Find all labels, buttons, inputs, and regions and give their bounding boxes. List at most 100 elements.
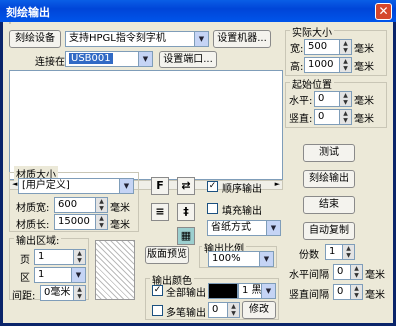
- chevron-down-icon: ▼: [119, 179, 133, 193]
- v-gap-label: 竖直间隔: [289, 290, 329, 301]
- all-output-checkbox[interactable]: ✓: [152, 285, 163, 296]
- close-button[interactable]: ✕: [375, 3, 392, 20]
- start-vertical-spinner[interactable]: ▲ ▼: [340, 109, 352, 125]
- page-label: 页: [20, 255, 30, 266]
- color-swatch-icon[interactable]: ▦: [177, 227, 195, 245]
- output-area-group: 输出区域: 页 1 ▲ ▼ 区 1 ▼ 间距: 0毫米 ▲ ▼: [9, 232, 89, 302]
- v-gap-input[interactable]: 0: [333, 284, 351, 300]
- material-width-label: 材质宽:: [16, 203, 50, 214]
- material-width-unit: 毫米: [110, 203, 130, 214]
- output-color-group: 输出颜色 ✓ 全部输出 1 黑 ▼ 多笔输出 0 ▲ ▼ 修改: [145, 272, 279, 320]
- font-icon[interactable]: F: [151, 177, 169, 195]
- setup-machine-button[interactable]: 设置机器...: [213, 30, 271, 48]
- page-input[interactable]: 1: [34, 249, 74, 265]
- close-icon: ✕: [378, 4, 389, 18]
- setup-port-button[interactable]: 设置端口...: [159, 51, 217, 68]
- start-position-group: 起始位置 水平: 0 ▲ ▼ 毫米 竖直: 0 ▲ ▼ 毫米: [285, 76, 387, 128]
- cut-output-button[interactable]: 刻绘输出: [303, 170, 355, 188]
- copies-label: 份数: [299, 250, 319, 261]
- align-icon[interactable]: ≡: [151, 203, 169, 221]
- height-spinner[interactable]: ▲ ▼: [340, 57, 352, 73]
- multi-pen-input[interactable]: 0: [208, 302, 228, 318]
- title-bar[interactable]: 刻绘输出 ✕: [0, 0, 396, 22]
- scale-value: 100%: [212, 253, 241, 264]
- start-horizontal-input[interactable]: 0: [314, 91, 340, 107]
- layout-preview-canvas[interactable]: [9, 70, 283, 180]
- chevron-down-icon: ▼: [71, 268, 85, 282]
- material-width-input[interactable]: 600: [54, 197, 96, 213]
- horizontal-label: 水平:: [289, 96, 313, 107]
- multi-pen-checkbox[interactable]: [152, 305, 163, 316]
- color-swatch: [208, 283, 238, 299]
- chevron-down-icon: ▼: [266, 221, 280, 235]
- fill-mode-value: 省纸方式: [211, 222, 251, 233]
- chevron-down-icon: ▼: [259, 252, 273, 266]
- spacing-label: 间距:: [12, 291, 36, 302]
- output-scale-group: 输出比例 100% ▼: [199, 240, 277, 268]
- actual-size-title: 实际大小: [290, 24, 334, 39]
- dialog-body: 刻绘设备 支持HPGL指令刻字机 ▼ 设置机器... 连接在 USB001 ▼ …: [3, 22, 393, 323]
- scale-select[interactable]: 100% ▼: [208, 251, 274, 267]
- material-width-spinner[interactable]: ▲ ▼: [96, 197, 108, 213]
- fill-output-label: 填充输出: [222, 206, 262, 217]
- page-thumbnail: [95, 240, 135, 300]
- actual-width-input[interactable]: 500: [304, 39, 340, 55]
- start-v-unit: 毫米: [354, 114, 374, 125]
- device-value: 支持HPGL指令刻字机: [69, 33, 166, 44]
- material-length-spinner[interactable]: ▲ ▼: [96, 214, 108, 230]
- transform-icon[interactable]: ‡: [177, 203, 195, 221]
- material-length-input[interactable]: 15000: [54, 214, 96, 230]
- pen-color-value: 1 黑: [242, 285, 262, 296]
- start-h-unit: 毫米: [354, 96, 374, 107]
- dialog-window: 刻绘输出 ✕ 刻绘设备 支持HPGL指令刻字机 ▼ 设置机器... 连接在 US…: [0, 0, 396, 326]
- h-gap-unit: 毫米: [365, 270, 385, 281]
- fill-mode-select[interactable]: 省纸方式 ▼: [207, 220, 281, 236]
- area-value: 1: [38, 269, 45, 280]
- end-button[interactable]: 结束: [303, 196, 355, 214]
- auto-copy-button[interactable]: 自动复制: [303, 222, 355, 240]
- area-select[interactable]: 1 ▼: [34, 267, 86, 283]
- multi-pen-spinner[interactable]: ▲ ▼: [228, 302, 240, 318]
- v-gap-unit: 毫米: [365, 290, 385, 301]
- output-area-title: 输出区域:: [14, 232, 62, 247]
- scroll-right-icon[interactable]: ►: [275, 180, 280, 188]
- port-select[interactable]: USB001 ▼: [65, 51, 153, 67]
- h-gap-spinner[interactable]: ▲ ▼: [351, 264, 363, 280]
- width-label: 宽:: [290, 44, 304, 55]
- start-vertical-input[interactable]: 0: [314, 109, 340, 125]
- layout-preview-button[interactable]: 版面预览: [145, 246, 189, 264]
- h-gap-input[interactable]: 0: [333, 264, 351, 280]
- window-title: 刻绘输出: [6, 6, 50, 19]
- width-spinner[interactable]: ▲ ▼: [340, 39, 352, 55]
- height-label: 高:: [290, 62, 304, 73]
- modify-button[interactable]: 修改: [242, 301, 276, 319]
- vertical-label: 竖直:: [289, 114, 313, 125]
- pen-color-select[interactable]: 1 黑 ▼: [238, 283, 276, 299]
- port-label: 连接在: [35, 57, 65, 68]
- order-output-checkbox[interactable]: ✓: [207, 181, 218, 192]
- order-output-label: 顺序输出: [222, 184, 262, 195]
- material-preset-select[interactable]: [用户定义] ▼: [18, 178, 134, 194]
- device-select[interactable]: 支持HPGL指令刻字机 ▼: [65, 31, 209, 47]
- device-button[interactable]: 刻绘设备: [9, 30, 61, 48]
- all-output-label: 全部输出: [166, 288, 206, 299]
- width-unit: 毫米: [354, 44, 374, 55]
- copies-input[interactable]: 1: [325, 244, 343, 260]
- v-gap-spinner[interactable]: ▲ ▼: [351, 284, 363, 300]
- spacing-input[interactable]: 0毫米: [40, 285, 74, 301]
- h-gap-label: 水平间隔: [289, 270, 329, 281]
- test-button[interactable]: 测试: [303, 144, 355, 162]
- fill-output-checkbox[interactable]: [207, 203, 218, 214]
- material-length-label: 材质长:: [16, 220, 50, 231]
- page-spinner[interactable]: ▲ ▼: [74, 249, 86, 265]
- start-horizontal-spinner[interactable]: ▲ ▼: [340, 91, 352, 107]
- chevron-down-icon: ▼: [194, 32, 208, 46]
- material-size-group: 材质大小 [用户定义] ▼ 材质宽: 600 ▲ ▼ 毫米 材质长: 15000 …: [9, 166, 139, 232]
- spacing-spinner[interactable]: ▲ ▼: [74, 285, 86, 301]
- mirror-icon[interactable]: ⇄: [177, 177, 195, 195]
- copies-spinner[interactable]: ▲ ▼: [343, 244, 355, 260]
- multi-pen-label: 多笔输出: [166, 308, 206, 319]
- actual-height-input[interactable]: 1000: [304, 57, 340, 73]
- actual-size-group: 实际大小 宽: 500 ▲ ▼ 毫米 高: 1000 ▲ ▼ 毫米: [285, 24, 387, 76]
- chevron-down-icon: ▼: [261, 284, 275, 298]
